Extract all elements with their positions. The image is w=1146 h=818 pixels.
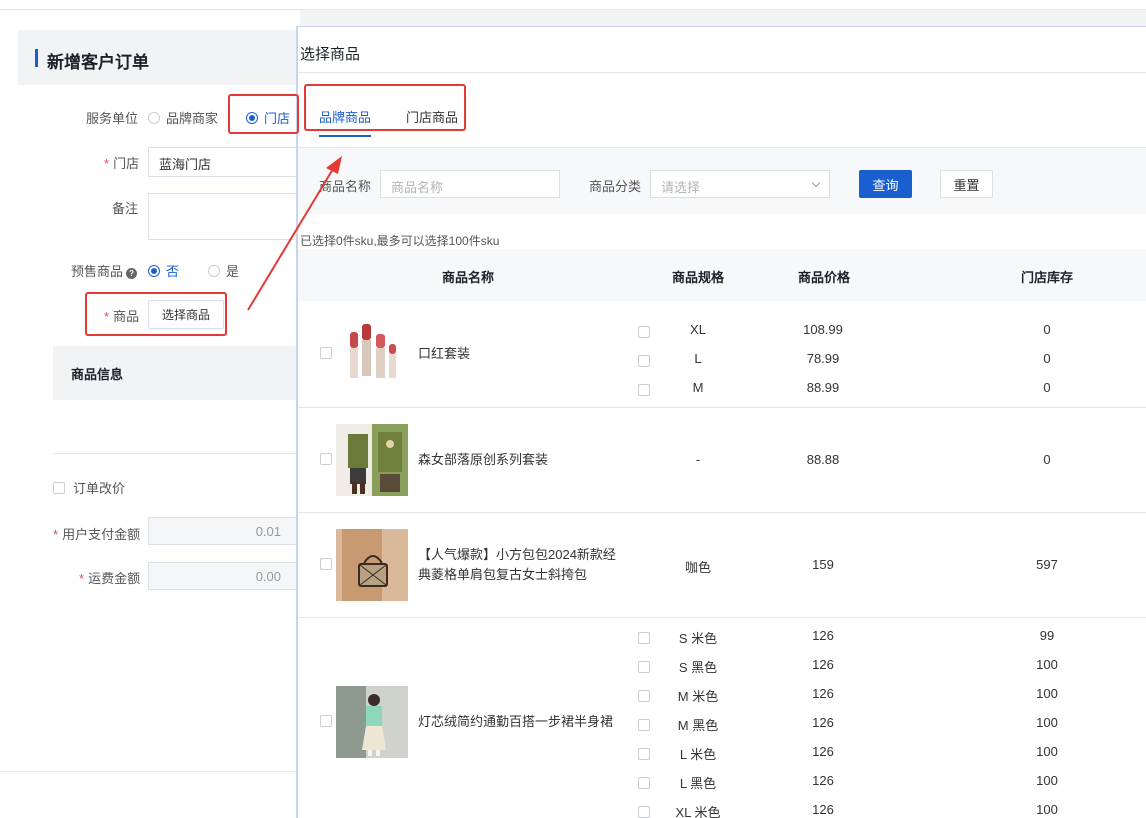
sku-stock: 597: [1036, 556, 1058, 572]
sku-price: 126: [812, 773, 834, 788]
sku-spec: L 黑色: [679, 776, 717, 791]
top-bar: [0, 0, 1146, 10]
filter-bar: 商品名称 商品名称 商品分类 请选择 查询 重置: [298, 148, 1146, 214]
reset-button[interactable]: 重置: [940, 170, 993, 198]
sku-spec: L: [694, 351, 702, 366]
col-spec: 商品规格: [672, 270, 725, 285]
query-button[interactable]: 查询: [859, 170, 912, 198]
annotation-arrow-icon: [247, 156, 342, 311]
product-checkbox[interactable]: [320, 452, 332, 465]
product-name: 灯芯绒简约通勤百搭一步裙半身裙: [418, 714, 614, 729]
sku-spec: M: [692, 380, 704, 395]
sku-stock: 100: [1036, 686, 1058, 701]
sku-price: 126: [812, 715, 834, 730]
bottom-bar: [0, 771, 300, 818]
sku-spec: -: [695, 451, 701, 467]
chevron-down-icon: [811, 178, 821, 188]
product-checkbox[interactable]: [320, 347, 332, 359]
sku-spec: S 黑色: [678, 660, 718, 675]
sku-price: 126: [812, 802, 834, 817]
sku-spec: M 黑色: [677, 718, 719, 733]
shipping-input[interactable]: 0.00: [148, 562, 300, 590]
goods-info-header: 商品信息: [53, 346, 300, 400]
col-goods-name: 商品名称: [442, 270, 495, 285]
sku-price: 108.99: [803, 322, 843, 337]
user-pay-input[interactable]: 0.01: [148, 517, 300, 545]
product-name: 【人气爆款】小方包包2024新款经 典菱格单肩包复古女士斜挎包: [418, 546, 616, 582]
divider: [53, 453, 300, 454]
product-checkbox[interactable]: [320, 715, 332, 727]
highlight-box-store: [228, 94, 299, 134]
sku-stock: 0: [1043, 351, 1051, 366]
help-icon[interactable]: ?: [126, 268, 138, 279]
sku-price: 126: [812, 628, 834, 643]
user-pay-label: * 用户支付金额: [53, 527, 141, 542]
presale-label: 预售商品?: [71, 261, 138, 280]
highlight-box-goods: [85, 292, 227, 336]
sku-stock: 100: [1036, 657, 1058, 672]
product-name: 口红套装: [418, 346, 471, 361]
sku-price: 88.99: [806, 380, 840, 395]
radio-brand-merchant[interactable]: 品牌商家: [148, 108, 218, 127]
skirt-image: [336, 686, 408, 758]
sku-price: 78.99: [806, 351, 840, 366]
page-title: 新增客户订单: [35, 48, 149, 73]
goods-name-input[interactable]: 商品名称: [380, 170, 560, 198]
sku-stock: 0: [1043, 322, 1051, 337]
sku-spec: XL 米色: [675, 805, 721, 818]
highlight-box-tabs: [304, 84, 466, 131]
row-divider: [298, 617, 1146, 618]
order-price-change-checkbox[interactable]: 订单改价: [53, 478, 125, 497]
sku-stock: 100: [1036, 802, 1058, 817]
sku-stock: 99: [1039, 628, 1055, 643]
lipstick-image: [336, 318, 408, 390]
sku-spec: XL: [690, 322, 706, 337]
sku-price: 88.88: [806, 451, 840, 467]
shipping-label: * 运费金额: [79, 571, 141, 586]
form-header: 新增客户订单: [18, 30, 300, 85]
sku-stock: 100: [1036, 715, 1058, 730]
remark-label: 备注: [112, 201, 139, 216]
table-header: 商品名称 商品规格 商品价格 门店库存: [298, 249, 1146, 301]
col-price: 商品价格: [798, 270, 851, 285]
select-goods-modal: 选择商品 品牌商品 门店商品 商品名称 商品名称 商品分类 请选择 查询 重置 …: [296, 26, 1146, 818]
radio-presale-no[interactable]: 否: [148, 261, 179, 280]
sku-stock: 0: [1043, 451, 1051, 467]
modal-title: 选择商品: [300, 46, 361, 63]
bag-image: [336, 528, 408, 601]
filter-category-label: 商品分类: [589, 179, 642, 194]
product-checkbox[interactable]: [320, 557, 332, 570]
store-label: * 门店: [104, 156, 140, 171]
row-divider: [298, 407, 1146, 408]
category-select[interactable]: 请选择: [650, 170, 830, 198]
col-stock: 门店库存: [1021, 270, 1074, 285]
sku-stock: 100: [1036, 773, 1058, 788]
outfit-image: [336, 423, 408, 496]
sku-spec: 咖色: [684, 559, 711, 575]
sku-stock: 0: [1043, 380, 1051, 395]
sku-price: 126: [812, 744, 834, 759]
sku-stock: 100: [1036, 744, 1058, 759]
product-name: 森女部落原创系列套装: [418, 451, 549, 467]
sku-price: 126: [812, 686, 834, 701]
sku-price: 159: [812, 556, 834, 572]
row-divider: [298, 512, 1146, 513]
radio-presale-yes[interactable]: 是: [208, 261, 239, 280]
sku-spec: M 米色: [677, 689, 719, 704]
sku-spec: S 米色: [678, 631, 718, 646]
sku-spec: L 米色: [679, 747, 717, 762]
sku-price: 126: [812, 657, 834, 672]
service-unit-label: 服务单位: [86, 111, 139, 126]
